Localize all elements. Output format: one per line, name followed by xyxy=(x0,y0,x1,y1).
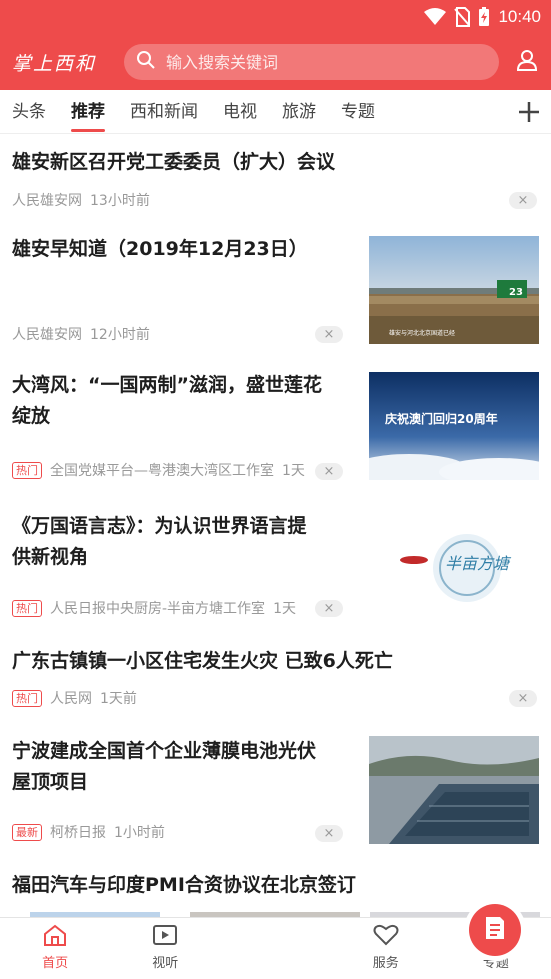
news-title-line: 供新视角 xyxy=(12,546,89,568)
user-icon xyxy=(515,48,539,76)
top-bar: 掌上西和 xyxy=(0,34,551,90)
search-input[interactable] xyxy=(166,52,466,72)
home-icon xyxy=(43,924,67,950)
app-logo: 掌上西和 xyxy=(12,52,97,75)
news-title: 雄安新区召开党工委委员（扩大）会议 xyxy=(12,151,336,173)
news-meta: 人民雄安网 12小时前 xyxy=(12,324,150,344)
news-time: 1天 xyxy=(273,601,296,617)
tab-special[interactable]: 专题 xyxy=(341,90,375,134)
news-center-icon xyxy=(484,915,506,945)
news-thumbnail: 半亩方塘 xyxy=(369,510,539,618)
news-item[interactable]: 雄安早知道（2019年12月23日） 人民雄安网 12小时前 × 23 雄安与河… xyxy=(0,222,551,358)
news-meta: 热门 人民日报中央厨房-半亩方塘工作室 1天 xyxy=(12,598,332,618)
dismiss-button[interactable]: × xyxy=(315,825,343,842)
hot-badge: 热门 xyxy=(12,461,42,479)
user-button[interactable] xyxy=(499,48,539,76)
news-item[interactable]: 《万国语言志》：为认识世界语言提 供新视角 热门 人民日报中央厨房-半亩方塘工作… xyxy=(0,494,551,630)
bottom-nav: 首页 视听 服务 专题 xyxy=(0,904,551,979)
tab-tv[interactable]: 电视 xyxy=(223,90,257,134)
tab-recommended[interactable]: 推荐 xyxy=(71,90,105,134)
tab-headline[interactable]: 头条 xyxy=(12,90,46,134)
status-bar: 10:40 xyxy=(0,0,551,34)
heart-icon xyxy=(373,924,399,950)
news-item[interactable]: 广东古镇镇一小区住宅发生火灾 已致6人死亡 热门 人民网 1天前 × xyxy=(0,630,551,722)
news-time: 13小时前 xyxy=(90,193,150,209)
nav-home[interactable]: 首页 xyxy=(0,918,110,979)
news-thumbnail: 23 雄安与河北北京国道已经 xyxy=(369,236,539,344)
nav-video[interactable]: 视听 xyxy=(110,918,220,979)
news-source: 人民网 xyxy=(50,691,92,707)
news-title: 福田汽车与印度PMI合资协议在北京签订 xyxy=(12,874,356,896)
news-time: 1天前 xyxy=(100,691,137,707)
tab-travel[interactable]: 旅游 xyxy=(282,90,316,134)
news-title: 雄安早知道（2019年12月23日） xyxy=(12,238,308,260)
news-time: 1天 xyxy=(282,463,305,479)
hot-badge: 热门 xyxy=(12,689,42,707)
news-title-line: 大湾风：“一国两制”滋润，盛世莲花 xyxy=(12,374,322,396)
nav-video-label: 视听 xyxy=(152,956,179,971)
new-badge: 最新 xyxy=(12,823,42,841)
thumbnail-text: 庆祝澳门回归20周年 xyxy=(385,412,498,426)
news-source: 人民雄安网 xyxy=(12,193,82,209)
no-sim-icon xyxy=(454,7,471,27)
news-thumbnail: 庆祝澳门回归20周年 xyxy=(369,372,539,480)
add-channel-button[interactable] xyxy=(515,98,543,126)
search-icon xyxy=(136,50,156,74)
news-title: 广东古镇镇一小区住宅发生火灾 已致6人死亡 xyxy=(12,650,393,672)
thumbnail-sign-number: 23 xyxy=(509,287,523,298)
news-meta: 人民雄安网 13小时前 xyxy=(12,190,150,210)
nav-service-label: 服务 xyxy=(372,956,399,971)
nav-service[interactable]: 服务 xyxy=(331,918,441,979)
news-time: 12小时前 xyxy=(90,327,150,343)
news-time: 1小时前 xyxy=(114,825,165,841)
news-meta: 最新 柯桥日报 1小时前 xyxy=(12,822,165,842)
search-box[interactable] xyxy=(124,44,499,80)
news-meta: 热门 全国党媒平台—粤港澳大湾区工作室 1天 xyxy=(12,460,332,480)
dismiss-button[interactable]: × xyxy=(315,326,343,343)
thumbnail-caption: 雄安与河北北京国道已经 xyxy=(389,330,456,337)
battery-charging-icon xyxy=(478,7,490,27)
status-time: 10:40 xyxy=(498,7,541,26)
news-title-line: 绽放 xyxy=(12,405,51,427)
tab-xihe-news[interactable]: 西和新闻 xyxy=(130,90,198,134)
dismiss-button[interactable]: × xyxy=(315,600,343,617)
dismiss-button[interactable]: × xyxy=(509,192,537,209)
news-source: 全国党媒平台—粤港澳大湾区工作室 xyxy=(50,463,274,479)
news-title-line: 屋顶项目 xyxy=(12,771,89,793)
dismiss-button[interactable]: × xyxy=(509,690,537,707)
nav-home-label: 首页 xyxy=(42,956,69,971)
news-title-line: 《万国语言志》：为认识世界语言提 xyxy=(12,515,307,537)
news-title-line: 宁波建成全国首个企业薄膜电池光伏 xyxy=(12,740,317,762)
news-item[interactable]: 宁波建成全国首个企业薄膜电池光伏 屋顶项目 最新 柯桥日报 1小时前 × xyxy=(0,722,551,856)
plus-icon xyxy=(515,102,543,130)
news-thumbnail xyxy=(369,736,539,844)
news-item[interactable]: 雄安新区召开党工委委员（扩大）会议 人民雄安网 13小时前 × xyxy=(0,134,551,222)
thumbnail-text: 半亩方塘 xyxy=(445,554,510,573)
nav-center[interactable] xyxy=(220,904,522,979)
video-icon xyxy=(152,924,178,950)
dismiss-button[interactable]: × xyxy=(315,463,343,480)
news-source: 人民雄安网 xyxy=(12,327,82,343)
news-meta: 热门 人民网 1天前 xyxy=(12,688,137,708)
news-feed: 雄安新区召开党工委委员（扩大）会议 人民雄安网 13小时前 × 雄安早知道（20… xyxy=(0,134,551,917)
channel-tabs: 头条 推荐 西和新闻 电视 旅游 专题 xyxy=(0,90,551,134)
wifi-icon xyxy=(424,8,447,26)
news-source: 人民日报中央厨房-半亩方塘工作室 xyxy=(50,601,266,617)
news-item[interactable]: 大湾风：“一国两制”滋润，盛世莲花 绽放 热门 全国党媒平台—粤港澳大湾区工作室… xyxy=(0,358,551,494)
hot-badge: 热门 xyxy=(12,599,42,617)
news-source: 柯桥日报 xyxy=(50,825,106,841)
news-item[interactable]: 福田汽车与印度PMI合资协议在北京签订 xyxy=(0,856,551,917)
